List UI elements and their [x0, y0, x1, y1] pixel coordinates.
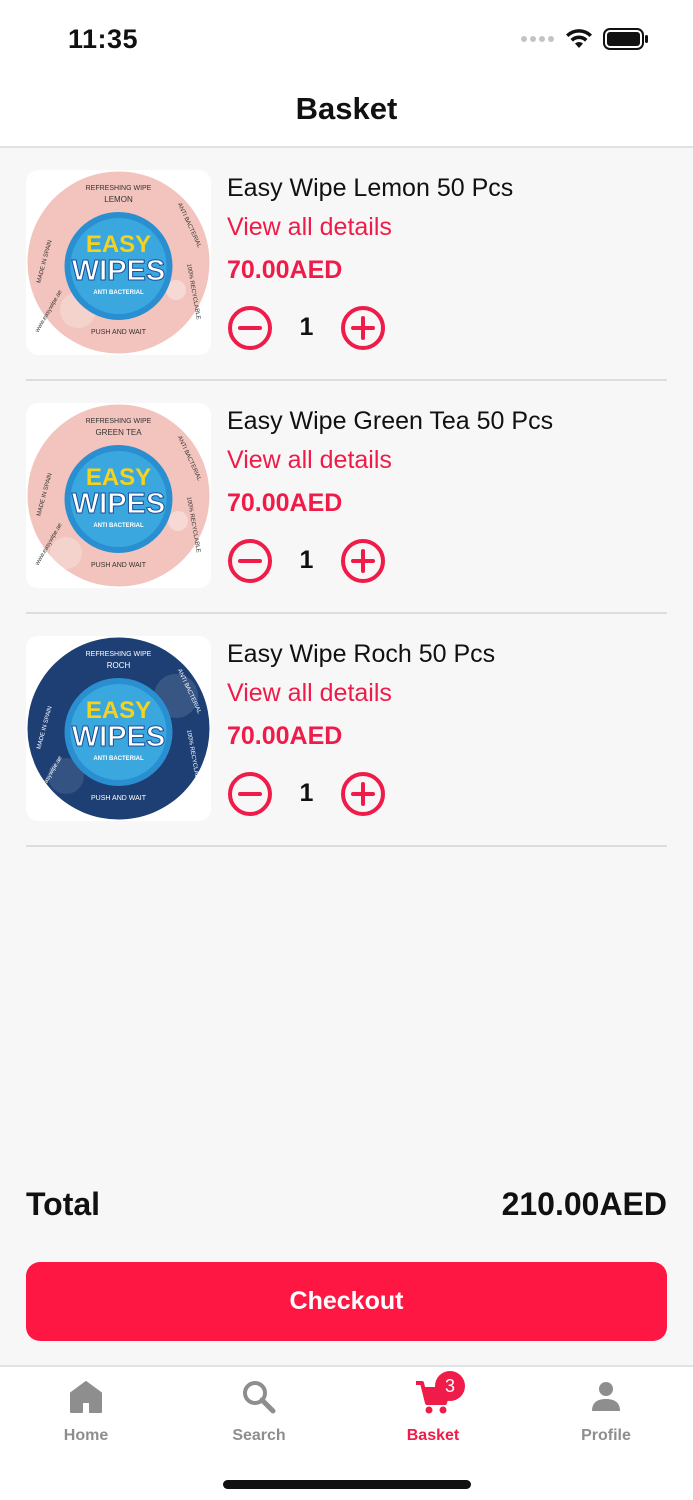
quantity-value: 1: [299, 546, 314, 574]
page-title: Basket: [295, 91, 398, 126]
svg-text:ANTI BACTERIAL: ANTI BACTERIAL: [93, 756, 144, 762]
product-name: Easy Wipe Lemon 50 Pcs: [227, 174, 514, 202]
svg-text:ANTI BACTERIAL: ANTI BACTERIAL: [93, 523, 144, 529]
svg-text:WIPES: WIPES: [72, 488, 165, 520]
search-icon: [243, 1381, 276, 1414]
signal-dots-icon: [521, 36, 554, 42]
svg-text:REFRESHING WIPE: REFRESHING WIPE: [86, 185, 152, 192]
cart-icon-wrap: 3: [413, 1371, 465, 1417]
basket-item: EASY WIPES ANTI BACTERIAL REFRESHING WIP…: [26, 381, 667, 614]
checkout-button[interactable]: Checkout: [26, 1262, 667, 1341]
tab-profile-label: Profile: [581, 1427, 631, 1444]
svg-text:EASY: EASY: [86, 231, 151, 258]
increase-quantity-button[interactable]: [340, 771, 386, 817]
battery-icon: [603, 28, 648, 50]
tab-basket[interactable]: 3 Basket: [373, 1371, 493, 1457]
product-image[interactable]: EASY WIPES ANTI BACTERIAL REFRESHING WIP…: [26, 170, 211, 355]
increase-quantity-button[interactable]: [340, 305, 386, 351]
basket-item: EASY WIPES ANTI BACTERIAL REFRESHING WIP…: [26, 614, 667, 847]
quantity-stepper: 1: [227, 771, 387, 817]
status-time: 11:35: [68, 24, 139, 54]
decrease-quantity-button[interactable]: [227, 538, 273, 584]
basket-item: EASY WIPES ANTI BACTERIAL REFRESHING WIP…: [26, 148, 667, 381]
person-icon: [592, 1382, 620, 1411]
increase-quantity-button[interactable]: [340, 538, 386, 584]
product-price: 70.00AED: [227, 256, 343, 284]
home-icon: [70, 1381, 102, 1413]
wifi-icon: [566, 29, 592, 48]
total-row: Total 210.00AED: [26, 1186, 667, 1223]
svg-text:ANTI BACTERIAL: ANTI BACTERIAL: [93, 290, 144, 296]
product-image[interactable]: EASY WIPES ANTI BACTERIAL REFRESHING WIP…: [26, 636, 211, 821]
tab-home[interactable]: Home: [26, 1377, 146, 1457]
status-icons: [521, 28, 649, 50]
svg-text:PUSH AND WAIT: PUSH AND WAIT: [91, 562, 147, 569]
tab-search[interactable]: Search: [199, 1377, 319, 1457]
basket-list: EASY WIPES ANTI BACTERIAL REFRESHING WIP…: [26, 148, 667, 847]
basket-count-badge: 3: [435, 1371, 465, 1401]
product-image[interactable]: EASY WIPES ANTI BACTERIAL REFRESHING WIP…: [26, 403, 211, 588]
tab-home-label: Home: [63, 1427, 109, 1444]
product-price: 70.00AED: [227, 722, 343, 750]
quantity-stepper: 1: [227, 305, 387, 351]
svg-text:EASY: EASY: [86, 697, 151, 724]
product-name: Easy Wipe Roch 50 Pcs: [227, 640, 496, 668]
svg-text:ROCH: ROCH: [107, 661, 131, 670]
view-details-link[interactable]: View all details: [227, 213, 392, 242]
quantity-value: 1: [299, 779, 314, 807]
quantity-value: 1: [299, 313, 314, 341]
svg-text:EASY: EASY: [86, 464, 151, 491]
total-value: 210.00AED: [501, 1186, 667, 1222]
svg-text:REFRESHING WIPE: REFRESHING WIPE: [86, 651, 152, 658]
svg-text:REFRESHING WIPE: REFRESHING WIPE: [86, 418, 152, 425]
view-details-link[interactable]: View all details: [227, 446, 392, 475]
tab-search-label: Search: [232, 1427, 286, 1444]
decrease-quantity-button[interactable]: [227, 771, 273, 817]
product-name: Easy Wipe Green Tea 50 Pcs: [227, 407, 554, 435]
quantity-stepper: 1: [227, 538, 387, 584]
total-label: Total: [26, 1186, 101, 1222]
svg-text:GREEN TEA: GREEN TEA: [95, 428, 142, 437]
svg-text:WIPES: WIPES: [72, 721, 165, 753]
svg-text:PUSH AND WAIT: PUSH AND WAIT: [91, 795, 147, 802]
status-bar: 11:35: [0, 0, 693, 80]
svg-text:LEMON: LEMON: [104, 195, 133, 204]
svg-text:PUSH AND WAIT: PUSH AND WAIT: [91, 329, 147, 336]
decrease-quantity-button[interactable]: [227, 305, 273, 351]
product-price: 70.00AED: [227, 489, 343, 517]
svg-text:WIPES: WIPES: [72, 255, 165, 287]
view-details-link[interactable]: View all details: [227, 679, 392, 708]
nav-header: Basket: [0, 80, 693, 148]
home-indicator: [223, 1480, 471, 1489]
tab-basket-label: Basket: [406, 1427, 460, 1444]
tab-profile[interactable]: Profile: [546, 1377, 666, 1457]
tab-bar: Home Search 3 Basket Profile: [0, 1365, 693, 1500]
